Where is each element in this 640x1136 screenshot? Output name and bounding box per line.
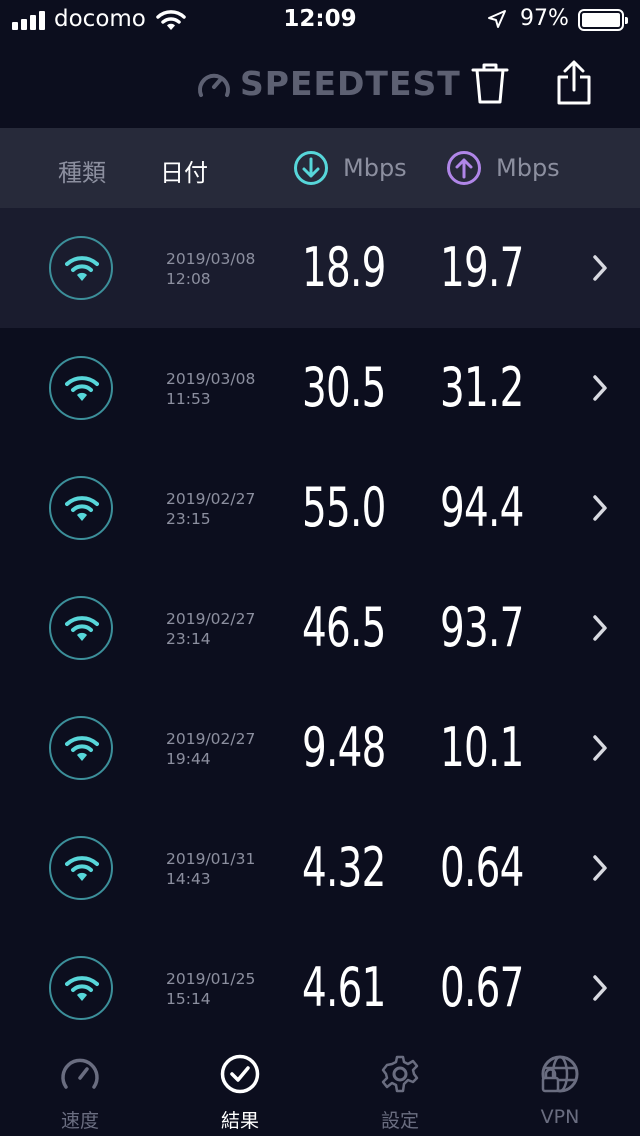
upload-speed: 10.1: [440, 716, 524, 779]
result-date: 2019/01/25: [166, 970, 256, 988]
result-datetime: 2019/01/31 14:43: [166, 849, 255, 889]
tab-settings[interactable]: 設定: [320, 1040, 480, 1136]
upload-speed: 93.7: [440, 596, 524, 659]
column-type[interactable]: 種類: [58, 153, 106, 188]
result-date: 2019/02/27: [166, 490, 256, 508]
result-time: 19:44: [166, 750, 211, 768]
chevron-right-icon: [590, 494, 610, 526]
result-datetime: 2019/02/27 23:14: [166, 609, 255, 649]
download-unit: Mbps: [343, 154, 407, 182]
app-header: SPEEDTEST: [0, 40, 640, 128]
download-speed: 30.5: [302, 356, 386, 419]
upload-speed: 31.2: [440, 356, 524, 419]
column-upload[interactable]: Mbps: [446, 150, 560, 186]
wifi-connection-icon: [49, 956, 113, 1020]
logo-text: SPEEDTEST: [240, 64, 461, 103]
results-list: 2019/03/08 12:08 18.9 19.7 2019/03/08 11…: [0, 208, 640, 1040]
download-speed: 18.9: [302, 236, 386, 299]
tab-bar: 速度 結果 設定 VPN: [0, 1040, 640, 1136]
battery-percent: 97%: [520, 6, 569, 31]
result-time: 14:43: [166, 870, 211, 888]
status-bar: docomo 12:09 97%: [0, 0, 640, 40]
result-datetime: 2019/01/25 15:14: [166, 969, 255, 1009]
upload-arrow-icon: [447, 151, 481, 185]
wifi-connection-icon: [49, 596, 113, 660]
battery-icon: [578, 9, 628, 31]
tab-speed-label: 速度: [60, 1110, 99, 1132]
result-row[interactable]: 2019/01/25 15:14 4.61 0.67: [0, 928, 640, 1040]
download-speed: 9.48: [302, 716, 386, 779]
tab-settings-label: 設定: [380, 1110, 419, 1132]
wifi-connection-icon: [49, 836, 113, 900]
chevron-right-icon: [590, 374, 610, 406]
speedometer-logo-icon: [198, 73, 230, 97]
wifi-connection-icon: [49, 476, 113, 540]
speedtest-logo: SPEEDTEST: [196, 64, 461, 103]
result-time: 15:14: [166, 990, 211, 1008]
result-row[interactable]: 2019/03/08 12:08 18.9 19.7: [0, 208, 640, 328]
result-row[interactable]: 2019/02/27 23:15 55.0 94.4: [0, 448, 640, 568]
tab-results[interactable]: 結果: [160, 1040, 320, 1136]
column-date[interactable]: 日付: [160, 153, 208, 188]
upload-speed: 0.67: [440, 956, 524, 1019]
result-date: 2019/02/27: [166, 610, 256, 628]
wifi-connection-icon: [49, 236, 113, 300]
upload-speed: 0.64: [440, 836, 524, 899]
result-row[interactable]: 2019/03/08 11:53 30.5 31.2: [0, 328, 640, 448]
tab-vpn[interactable]: VPN: [480, 1040, 640, 1136]
chevron-right-icon: [590, 614, 610, 646]
upload-speed: 94.4: [440, 476, 524, 539]
speedometer-icon: [61, 1058, 99, 1089]
result-date: 2019/03/08: [166, 250, 256, 268]
download-speed: 55.0: [302, 476, 386, 539]
delete-button[interactable]: [470, 62, 510, 106]
result-datetime: 2019/02/27 19:44: [166, 729, 255, 769]
result-datetime: 2019/03/08 11:53: [166, 369, 255, 409]
result-date: 2019/01/31: [166, 850, 256, 868]
result-row[interactable]: 2019/01/31 14:43 4.32 0.64: [0, 808, 640, 928]
result-date: 2019/02/27: [166, 730, 256, 748]
globe-lock-icon: [541, 1055, 579, 1093]
share-icon: [557, 60, 591, 105]
chevron-right-icon: [590, 854, 610, 886]
result-time: 23:15: [166, 510, 211, 528]
result-row[interactable]: 2019/02/27 23:14 46.5 93.7: [0, 568, 640, 688]
gear-icon: [381, 1055, 419, 1093]
column-download[interactable]: Mbps: [293, 150, 407, 186]
tab-results-label: 結果: [220, 1110, 259, 1132]
share-button[interactable]: [554, 60, 594, 106]
checkmark-icon: [220, 1054, 260, 1094]
download-speed: 4.61: [302, 956, 386, 1019]
results-column-header: 種類 日付 Mbps Mbps: [0, 128, 640, 208]
wifi-connection-icon: [49, 716, 113, 780]
download-speed: 4.32: [302, 836, 386, 899]
wifi-connection-icon: [49, 356, 113, 420]
result-time: 11:53: [166, 390, 211, 408]
result-row[interactable]: 2019/02/27 19:44 9.48 10.1: [0, 688, 640, 808]
result-time: 12:08: [166, 270, 211, 288]
chevron-right-icon: [590, 974, 610, 1006]
location-arrow-icon: [487, 9, 507, 33]
upload-unit: Mbps: [496, 154, 560, 182]
tab-vpn-label: VPN: [540, 1106, 580, 1128]
result-time: 23:14: [166, 630, 211, 648]
tab-speed[interactable]: 速度: [0, 1040, 160, 1136]
download-speed: 46.5: [302, 596, 386, 659]
download-arrow-icon: [294, 151, 328, 185]
result-datetime: 2019/02/27 23:15: [166, 489, 255, 529]
result-datetime: 2019/03/08 12:08: [166, 249, 255, 289]
upload-speed: 19.7: [440, 236, 524, 299]
trash-icon: [471, 63, 509, 104]
chevron-right-icon: [590, 254, 610, 286]
chevron-right-icon: [590, 734, 610, 766]
result-date: 2019/03/08: [166, 370, 256, 388]
